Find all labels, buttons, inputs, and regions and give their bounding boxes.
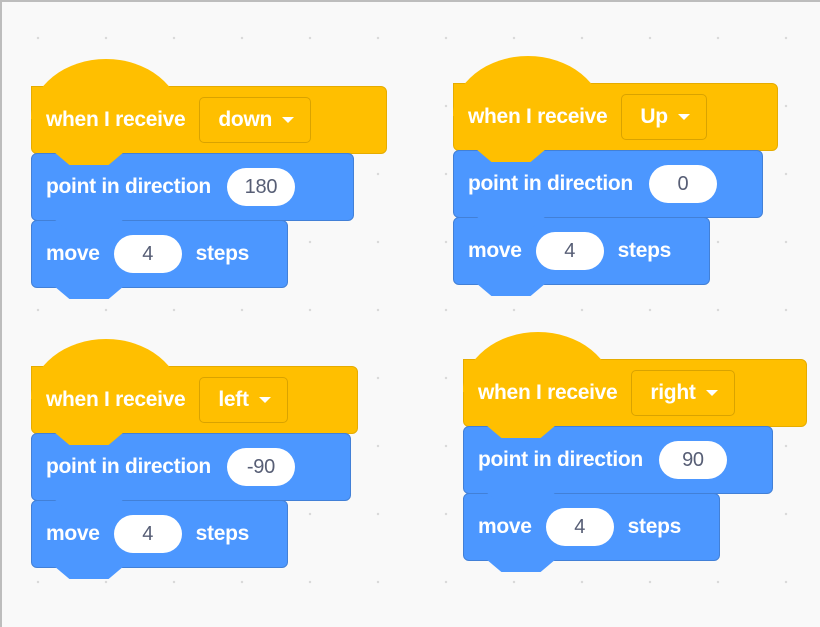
block-label: point in direction [478, 448, 643, 471]
block-label: point in direction [46, 175, 211, 198]
dropdown-caret-icon [705, 390, 718, 396]
script-stack-right[interactable]: when I receive right point in direction … [463, 332, 807, 572]
direction-input[interactable]: -90 [226, 448, 295, 486]
block-label: move [46, 242, 100, 265]
direction-input[interactable]: 180 [226, 168, 295, 206]
block-notch [476, 283, 546, 296]
dropdown-caret-icon [282, 117, 295, 123]
block-label: move [478, 515, 532, 538]
scripts-workspace[interactable]: { "workspace": { "background_color": "#f… [0, 0, 820, 627]
steps-input[interactable]: 4 [113, 235, 182, 273]
message-value: right [650, 381, 696, 404]
dropdown-caret-icon [258, 397, 271, 403]
when-i-receive-block[interactable]: when I receive down [31, 59, 387, 165]
block-label: move [46, 522, 100, 545]
steps-input[interactable]: 4 [113, 515, 182, 553]
block-label: when I receive [468, 105, 608, 128]
script-stack-up[interactable]: when I receive Up point in direction 0 m… [453, 56, 778, 296]
message-value: left [218, 388, 249, 411]
block-suffix: steps [617, 239, 672, 262]
block-suffix: steps [627, 515, 682, 538]
block-notch [486, 559, 556, 572]
steps-input[interactable]: 4 [535, 232, 604, 270]
when-i-receive-block[interactable]: when I receive left [31, 339, 358, 445]
when-i-receive-block[interactable]: when I receive right [463, 332, 807, 438]
block-label: when I receive [478, 381, 618, 404]
dropdown-caret-icon [677, 114, 690, 120]
direction-input[interactable]: 0 [648, 165, 717, 203]
message-dropdown[interactable]: right [631, 370, 735, 416]
direction-input[interactable]: 90 [658, 441, 727, 479]
block-label: when I receive [46, 388, 186, 411]
script-stack-down[interactable]: when I receive down point in direction 1… [31, 59, 387, 299]
message-value: down [218, 108, 273, 131]
message-dropdown[interactable]: Up [621, 94, 707, 140]
block-suffix: steps [195, 242, 250, 265]
block-label: move [468, 239, 522, 262]
message-dropdown[interactable]: left [199, 377, 288, 423]
block-notch [54, 566, 124, 579]
message-dropdown[interactable]: down [199, 97, 312, 143]
block-label: point in direction [46, 455, 211, 478]
when-i-receive-block[interactable]: when I receive Up [453, 56, 778, 162]
block-notch [54, 286, 124, 299]
message-value: Up [640, 105, 668, 128]
block-label: point in direction [468, 172, 633, 195]
script-stack-left[interactable]: when I receive left point in direction -… [31, 339, 358, 579]
block-suffix: steps [195, 522, 250, 545]
steps-input[interactable]: 4 [545, 508, 614, 546]
block-label: when I receive [46, 108, 186, 131]
